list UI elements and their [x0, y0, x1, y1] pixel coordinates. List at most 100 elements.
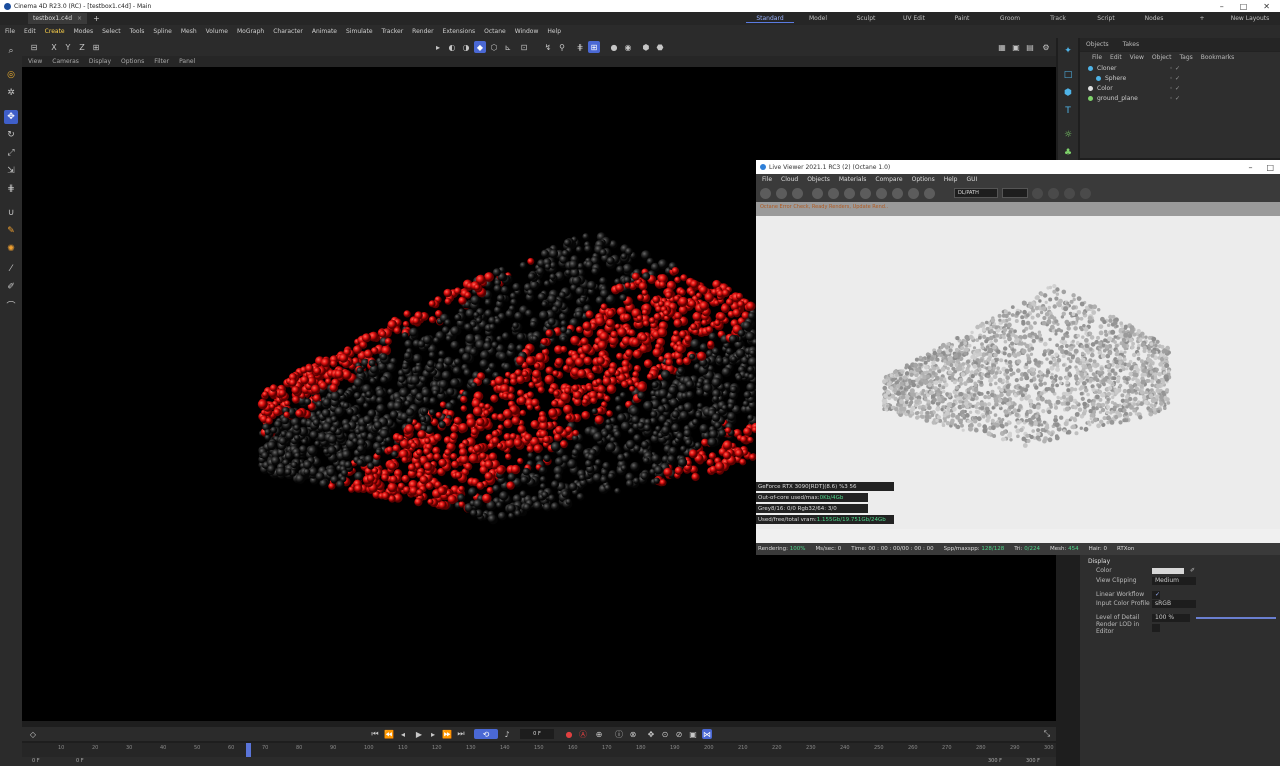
symmetry-icon[interactable]: ⚲ — [556, 41, 568, 53]
close-tab-icon[interactable]: × — [77, 15, 82, 22]
magnet-tool-icon[interactable]: ∪ — [4, 206, 18, 220]
loop-mode-icon[interactable]: ⟲ — [474, 729, 498, 739]
timeline-ruler[interactable]: 10 20 30 40 50 60 70 80 90 100 110 120 130 140 150 160 1… — [22, 743, 1056, 757]
visibility-toggle-icon[interactable]: ◦ ✓ — [1170, 85, 1180, 92]
layout-tab[interactable]: Script — [1082, 15, 1130, 23]
knife-tool-icon[interactable]: ✎ — [4, 224, 18, 238]
play-mode-icon[interactable]: ▸ — [432, 41, 444, 53]
range-end-field[interactable]: 300 F — [988, 758, 1002, 764]
search-icon[interactable]: ⌕ — [4, 44, 18, 58]
eyedropper-icon[interactable]: ✐ — [4, 280, 18, 294]
menu-item[interactable]: Edit — [24, 28, 36, 35]
expand-timeline-icon[interactable]: ⤡ — [1042, 729, 1052, 739]
live-menu-item[interactable]: Options — [912, 176, 935, 183]
layout-tab[interactable]: + — [1178, 15, 1226, 23]
render-settings-icon[interactable]: ⬢ — [640, 41, 652, 53]
previous-frame-icon[interactable]: ◂ — [398, 729, 408, 739]
next-key-icon[interactable]: ⏩ — [442, 729, 452, 739]
key-info-icon[interactable]: ⓘ — [614, 729, 624, 739]
maximize-icon[interactable]: □ — [1240, 2, 1248, 11]
axis-y-button[interactable]: Y — [62, 41, 74, 53]
focus-icon[interactable] — [924, 188, 935, 199]
render-active-view-icon[interactable]: ▦ — [996, 41, 1008, 53]
info-icon[interactable] — [1080, 188, 1091, 199]
viewport-menu-item[interactable]: Filter — [154, 58, 169, 65]
play-icon[interactable]: ▶ — [414, 729, 424, 739]
visibility-toggle-icon[interactable]: ◦ ✓ — [1170, 95, 1180, 102]
region-render-icon[interactable] — [812, 188, 823, 199]
paint-tool-icon[interactable]: ✺ — [4, 242, 18, 256]
live-menu-item[interactable]: GUI — [966, 176, 977, 183]
attribute-section-header[interactable]: Display — [1088, 557, 1110, 566]
model-mode-icon[interactable]: ◆ — [474, 41, 486, 53]
polygons-mode-icon[interactable]: ⬡ — [488, 41, 500, 53]
menu-item[interactable]: Create — [45, 28, 65, 35]
workplane-icon[interactable]: ⊞ — [588, 41, 600, 53]
axis-x-button[interactable]: X — [48, 41, 60, 53]
cube-icon[interactable]: □ — [1061, 68, 1075, 82]
timeline-view-icon[interactable]: ⋈ — [702, 729, 712, 739]
live-menu-item[interactable]: Cloud — [781, 176, 798, 183]
go-to-end-icon[interactable]: ⏭ — [456, 729, 466, 739]
render-to-viewer-icon[interactable]: ▣ — [1010, 41, 1022, 53]
menu-item[interactable]: Octane — [484, 28, 506, 35]
object-menu-item[interactable]: Object — [1152, 54, 1172, 61]
live-menu-item[interactable]: Compare — [875, 176, 902, 183]
pass-select[interactable] — [1002, 188, 1028, 198]
texture-mode-icon[interactable]: ⊡ — [518, 41, 530, 53]
record-icon[interactable]: ● — [564, 729, 574, 739]
soft-selection-icon[interactable]: ↯ — [542, 41, 554, 53]
key-pla-icon[interactable]: ▣ — [688, 729, 698, 739]
key-rotation-icon[interactable]: ⊗ — [628, 729, 638, 739]
picture-viewer-icon[interactable]: ⬣ — [654, 41, 666, 53]
layout-tab[interactable]: New Layouts — [1226, 15, 1274, 23]
object-row[interactable]: Sphere ◦ ✓ — [1080, 73, 1280, 83]
transform-tool-icon[interactable]: ⇲ — [4, 164, 18, 178]
key-param-icon[interactable]: ⊘ — [674, 729, 684, 739]
menu-item[interactable]: Tracker — [382, 28, 404, 35]
live-selection-icon[interactable]: ◎ — [4, 68, 18, 82]
layout-tab[interactable]: Model — [794, 15, 842, 23]
menu-item[interactable]: Extensions — [443, 28, 476, 35]
range-start-field[interactable]: 0 F — [32, 758, 40, 764]
render-view-icon[interactable]: ◉ — [622, 41, 634, 53]
menu-item[interactable]: Mesh — [181, 28, 197, 35]
axis-mode-icon[interactable]: ⊾ — [502, 41, 514, 53]
document-tab[interactable]: testbox1.c4d × — [28, 13, 88, 24]
new-tab-icon[interactable]: + — [93, 14, 100, 23]
visibility-toggle-icon[interactable]: ◦ ✓ — [1170, 65, 1180, 72]
object-menu-item[interactable]: Bookmarks — [1201, 54, 1235, 61]
live-menu-item[interactable]: File — [762, 176, 772, 183]
viewport-menu-item[interactable]: Options — [121, 58, 144, 65]
light-icon[interactable]: ☼ — [1061, 128, 1075, 142]
snap-icon[interactable]: ⋕ — [574, 41, 586, 53]
object-manager-tab[interactable]: Takes — [1123, 41, 1139, 48]
settings-icon[interactable] — [760, 188, 771, 199]
layout-tab[interactable]: Paint — [938, 15, 986, 23]
menu-item[interactable]: Volume — [206, 28, 228, 35]
current-frame-field[interactable]: 0 F — [520, 729, 554, 739]
coordinate-system-icon[interactable]: ⊞ — [90, 41, 102, 53]
edit-render-settings-icon[interactable]: ▤ — [1024, 41, 1036, 53]
text-icon[interactable]: T — [1061, 104, 1075, 118]
gear-icon[interactable] — [828, 188, 839, 199]
playhead[interactable] — [246, 743, 251, 757]
menu-item[interactable]: Window — [515, 28, 539, 35]
object-menu-item[interactable]: Edit — [1110, 54, 1122, 61]
object-menu-item[interactable]: View — [1130, 54, 1144, 61]
object-menu-item[interactable]: File — [1092, 54, 1102, 61]
keyframe-diamond-icon[interactable]: ◇ — [28, 729, 38, 739]
object-manager-tab[interactable]: Objects — [1086, 41, 1109, 48]
mograph-icon[interactable]: ♣ — [1061, 146, 1075, 160]
compare-a-icon[interactable] — [1032, 188, 1043, 199]
render-lod-checkbox[interactable] — [1152, 623, 1160, 632]
save-image-icon[interactable] — [1064, 188, 1075, 199]
menu-item[interactable]: Animate — [312, 28, 337, 35]
viewport-menu-item[interactable]: Panel — [179, 58, 195, 65]
keyframe-selection-icon[interactable]: ⊕ — [594, 729, 604, 739]
measure-tool-icon[interactable]: ⌒ — [4, 298, 18, 312]
menu-item[interactable]: Render — [412, 28, 433, 35]
snap-tool-icon[interactable]: ⋕ — [4, 182, 18, 196]
lock-icon[interactable] — [844, 188, 855, 199]
object-row[interactable]: Cloner ◦ ✓ — [1080, 63, 1280, 73]
